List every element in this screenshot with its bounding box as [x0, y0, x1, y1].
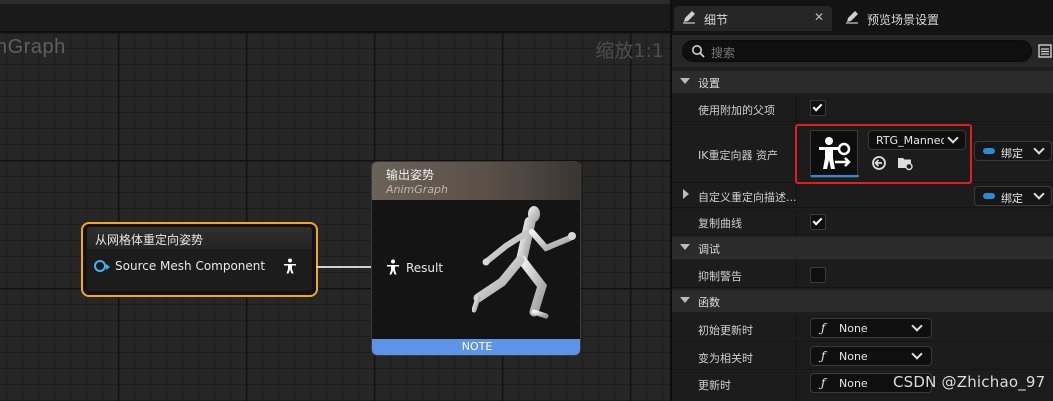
- section-label: 调试: [698, 243, 720, 256]
- section-settings[interactable]: 设置: [672, 71, 1053, 93]
- tab-preview-scene-settings[interactable]: 预览场景设置: [837, 6, 997, 31]
- row-label: IK重定向器 资产: [698, 149, 778, 162]
- row-copy-curves: 复制曲线: [672, 209, 1053, 235]
- chevron-down-icon: [947, 132, 959, 144]
- became-relevant-function-combo[interactable]: ƒ None: [810, 346, 932, 366]
- retarget-pose-node[interactable]: 从网格体重定向姿势 Source Mesh Component: [81, 222, 318, 297]
- row-label: 更新时: [698, 379, 731, 392]
- search-icon: [692, 45, 705, 58]
- section-debug[interactable]: 调试: [672, 237, 1053, 259]
- function-icon: ƒ: [821, 321, 826, 335]
- row-use-attached-parent: 使用附加的父项: [672, 95, 1053, 122]
- browse-folder-icon[interactable]: [897, 155, 913, 171]
- node-subtitle: AnimGraph: [386, 183, 449, 196]
- row-custom-retarget-desc: 自定义重定向描述... 绑定: [672, 184, 1053, 208]
- row-label: 自定义重定向描述...: [698, 191, 797, 204]
- section-label: 设置: [698, 77, 720, 90]
- zoom-level: 缩放1:1: [595, 40, 664, 62]
- row-label: 使用附加的父项: [698, 104, 775, 117]
- chevron-down-icon: [911, 348, 923, 360]
- function-value: None: [839, 377, 868, 390]
- retargeter-asset-combo[interactable]: RTG_Mannequin: [868, 130, 966, 150]
- function-icon: ƒ: [821, 376, 826, 390]
- pose-input-pin-icon[interactable]: [386, 259, 400, 275]
- details-panel: 细节 ✕ 预览场景设置 搜索 设置 使用附加的父项 IK重定向器 资产 RTG_…: [670, 0, 1053, 401]
- bind-label: 绑定: [1001, 192, 1023, 205]
- bind-label: 绑定: [1001, 147, 1023, 160]
- section-label: 函数: [698, 296, 720, 309]
- column-divider: [796, 184, 797, 207]
- asset-combo-value: RTG_Mannequin: [876, 134, 944, 147]
- graph-title: nGraph: [0, 36, 66, 58]
- chevron-down-icon: [1033, 143, 1045, 155]
- retargeter-asset-thumbnail[interactable]: [810, 130, 859, 178]
- row-became-relevant: 变为相关时 ƒ None: [672, 343, 1053, 370]
- row-label: 抑制警告: [698, 270, 742, 283]
- function-value: None: [839, 322, 868, 335]
- row-label: 变为相关时: [698, 352, 753, 365]
- pencil-icon: [683, 11, 695, 24]
- tab-details[interactable]: 细节 ✕: [674, 6, 832, 31]
- app-root: nGraph 缩放1:1 从网格体重定向姿势 Source Mesh Compo…: [0, 0, 1053, 401]
- graph-breadcrumb-bar: [0, 0, 670, 32]
- row-ik-retargeter-asset: IK重定向器 资产 RTG_Mannequin: [672, 123, 1053, 183]
- mannequin-preview-image: [472, 206, 576, 319]
- chevron-down-icon: [911, 320, 923, 332]
- check-icon: [812, 101, 823, 112]
- retargeter-asset-icon: [819, 137, 851, 169]
- function-value: None: [839, 350, 868, 363]
- check-icon: [812, 215, 823, 226]
- collapse-arrow-icon: [680, 244, 690, 250]
- source-mesh-input-pin[interactable]: [94, 260, 110, 272]
- collapse-arrow-icon: [680, 78, 690, 84]
- source-mesh-pin-label: Source Mesh Component: [115, 259, 266, 273]
- pose-wire: [316, 266, 378, 268]
- expand-arrow-icon[interactable]: [683, 189, 689, 199]
- pencil-icon: [846, 11, 858, 24]
- collapse-arrow-icon: [680, 297, 690, 303]
- section-functions[interactable]: 函数: [672, 290, 1053, 312]
- column-divider: [796, 371, 797, 401]
- column-divider: [796, 261, 797, 287]
- ik-retargeter-bind-button[interactable]: 绑定: [974, 141, 1052, 161]
- result-pin-label: Result: [406, 261, 444, 275]
- close-icon[interactable]: ✕: [814, 10, 824, 24]
- search-row: 搜索: [672, 35, 1053, 67]
- asset-type-underline: [811, 175, 859, 177]
- row-suppress-warnings: 抑制警告: [672, 261, 1053, 288]
- tab-details-label: 细节: [704, 13, 729, 27]
- suppress-warnings-checkbox[interactable]: [810, 267, 826, 283]
- row-initial-update: 初始更新时 ƒ None: [672, 314, 1053, 342]
- tab-bar: 细节 ✕ 预览场景设置: [672, 0, 1053, 35]
- column-divider: [796, 95, 797, 121]
- function-icon: ƒ: [821, 349, 826, 363]
- column-divider: [796, 123, 797, 182]
- view-options-icon[interactable]: [1038, 44, 1052, 58]
- row-label: 初始更新时: [698, 324, 753, 337]
- use-selected-asset-icon[interactable]: [871, 155, 887, 171]
- bind-indicator-icon: [983, 148, 995, 154]
- initial-update-function-combo[interactable]: ƒ None: [810, 318, 932, 338]
- bind-indicator-icon: [983, 193, 995, 199]
- search-placeholder: 搜索: [711, 46, 736, 60]
- node-title: 输出姿势: [386, 168, 435, 182]
- column-divider: [796, 314, 797, 341]
- column-divider: [796, 209, 797, 234]
- pose-output-pin-icon[interactable]: [283, 258, 297, 274]
- node-title: 从网格体重定向姿势: [95, 233, 204, 247]
- watermark: CSDN @Zhichao_97: [893, 373, 1046, 391]
- copy-curves-checkbox[interactable]: [810, 214, 826, 230]
- use-attached-parent-checkbox[interactable]: [810, 100, 826, 116]
- chevron-down-icon: [1033, 188, 1045, 200]
- tab-preview-label: 预览场景设置: [867, 13, 940, 27]
- output-pose-node[interactable]: 输出姿势 AnimGraph Result NOTE: [371, 161, 581, 356]
- anim-graph-canvas[interactable]: nGraph 缩放1:1 从网格体重定向姿势 Source Mesh Compo…: [0, 0, 670, 401]
- search-input[interactable]: 搜索: [682, 40, 1032, 62]
- column-divider: [796, 343, 797, 369]
- row-label: 复制曲线: [698, 217, 742, 230]
- note-bar[interactable]: NOTE: [372, 339, 580, 355]
- custom-retarget-bind-button[interactable]: 绑定: [974, 186, 1052, 206]
